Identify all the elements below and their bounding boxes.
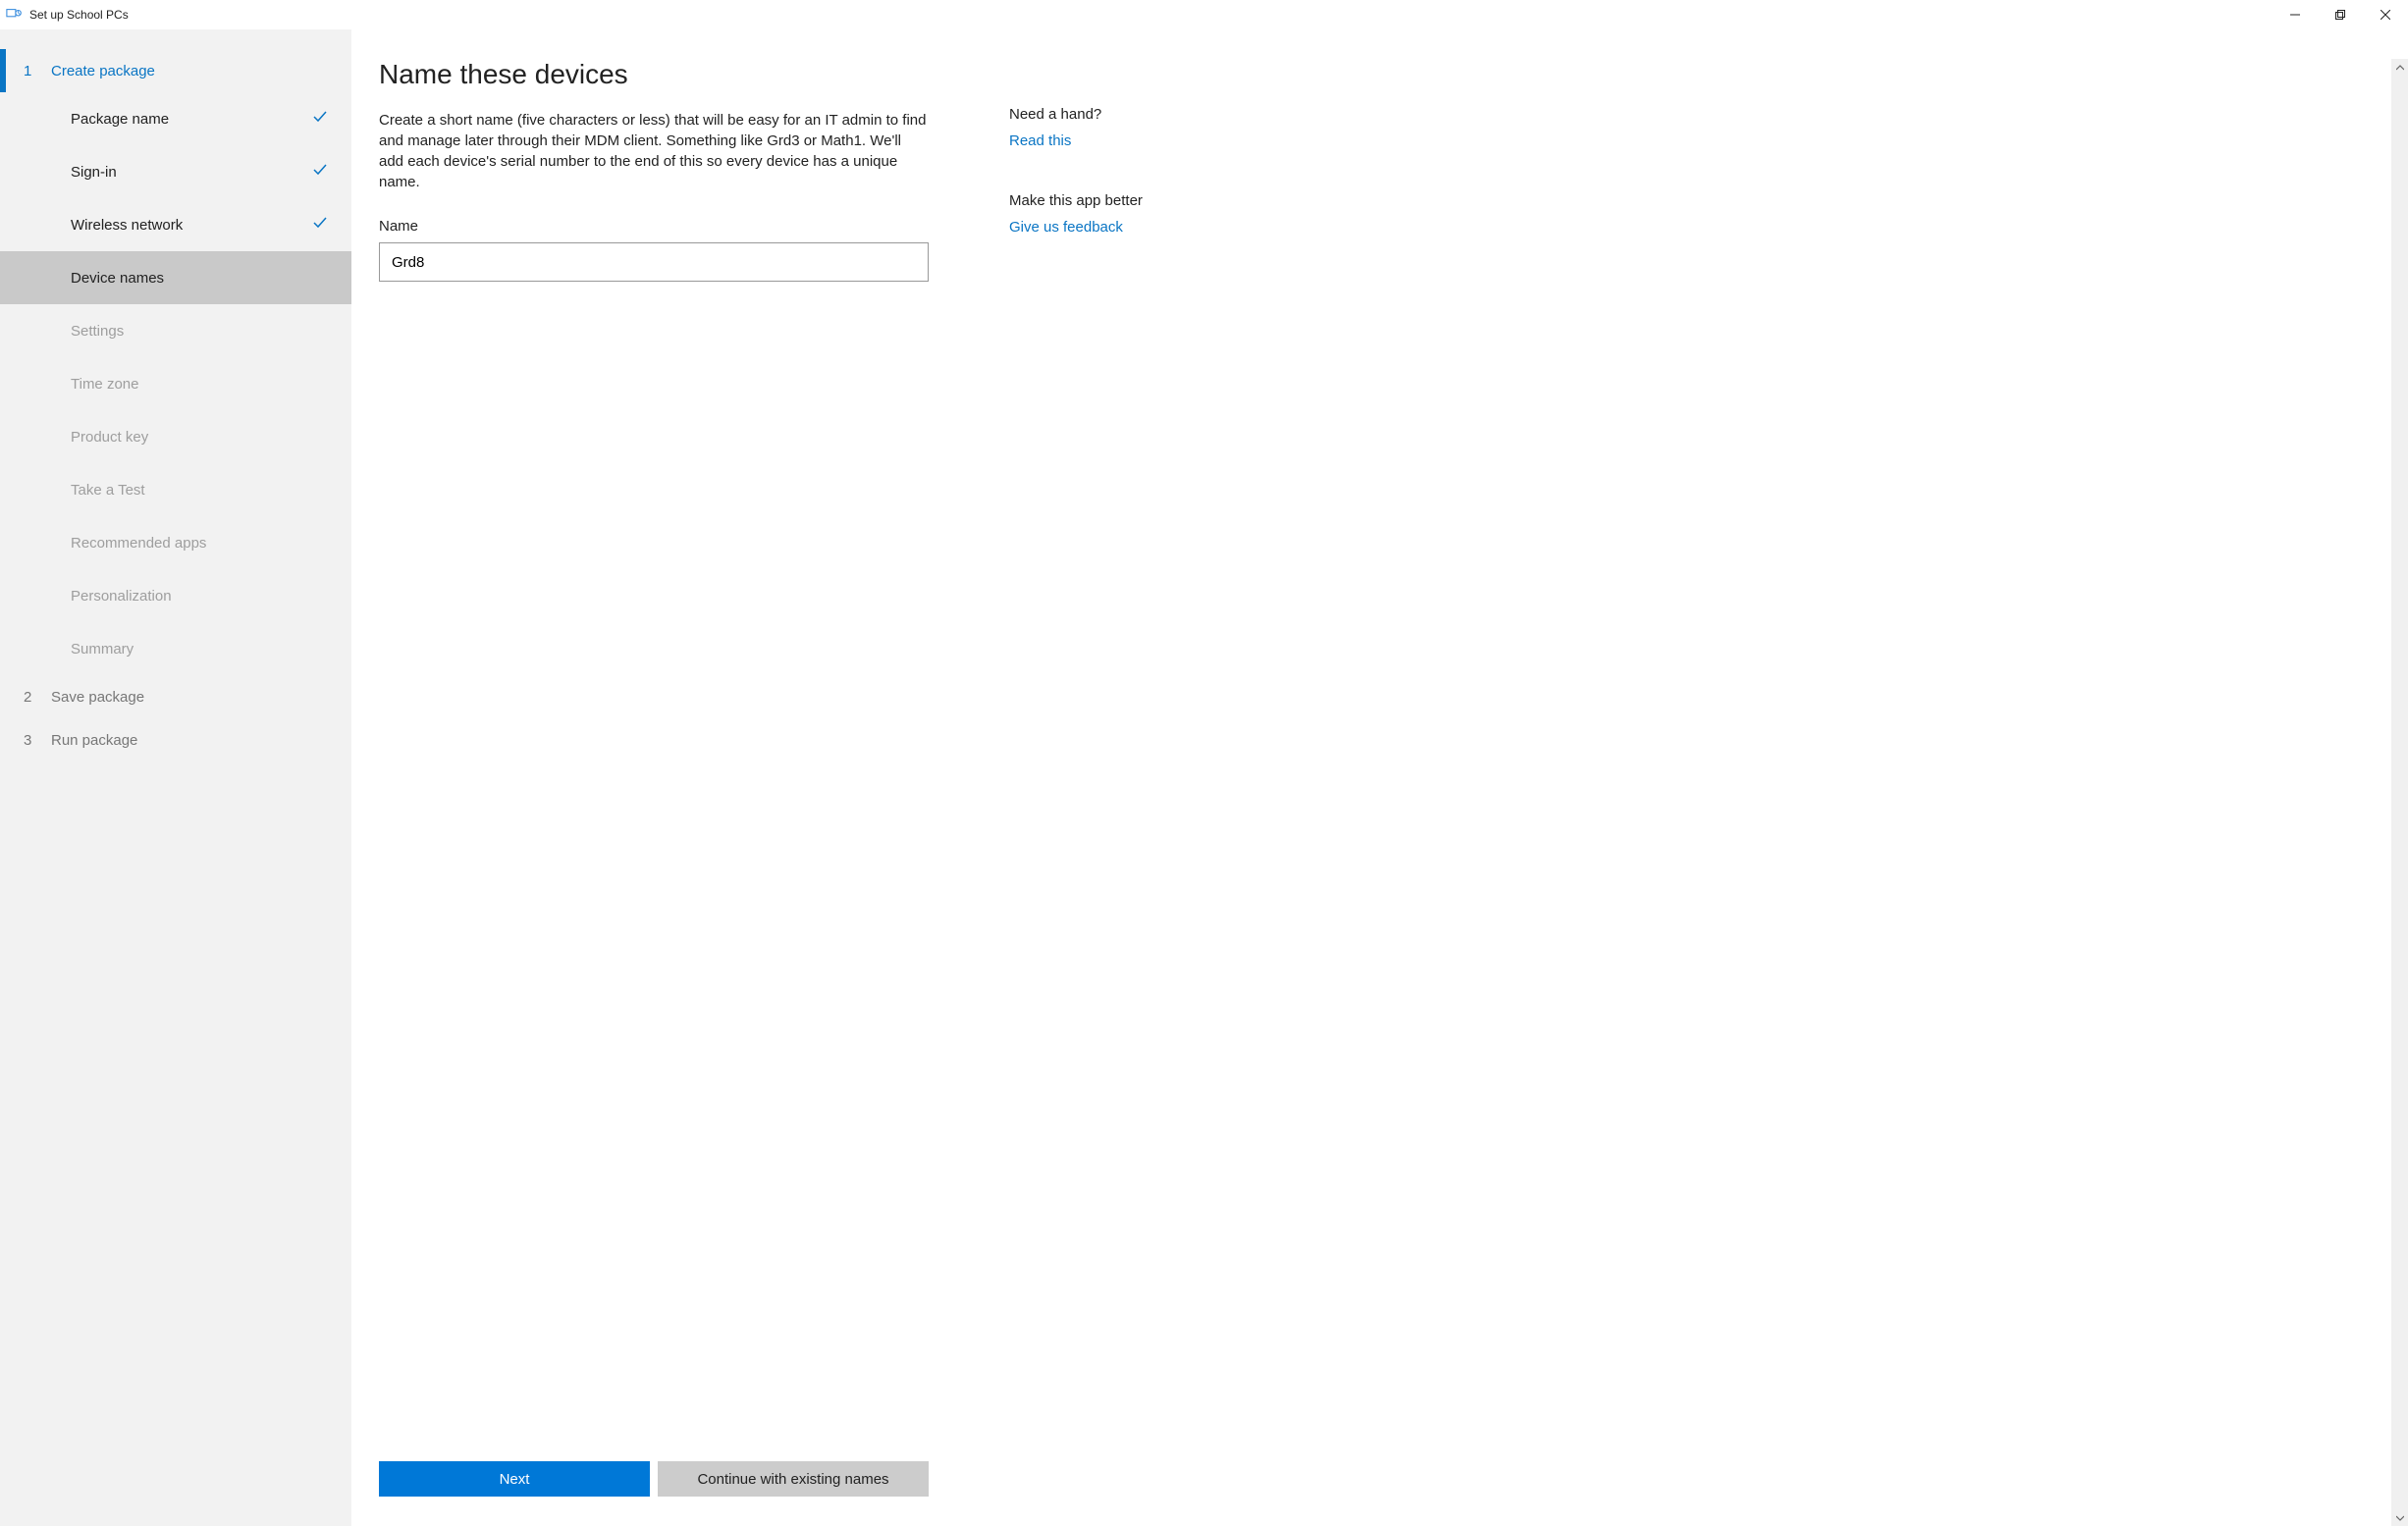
- main-panel: Name these devices Create a short name (…: [351, 29, 2408, 1526]
- main-column: Name these devices Create a short name (…: [379, 59, 929, 1497]
- nav-sub-label: Recommended apps: [71, 535, 206, 552]
- app-icon: [6, 6, 24, 24]
- nav-sub-label: Take a Test: [71, 482, 145, 499]
- titlebar: Set up School PCs: [0, 0, 2408, 29]
- page-title: Name these devices: [379, 59, 929, 90]
- window-controls: [2273, 0, 2408, 29]
- nav-step-save-package[interactable]: 2 Save package: [0, 675, 351, 718]
- content-area: 1 Create package Package name Sign-in Wi…: [0, 29, 2408, 1526]
- help-heading: Need a hand?: [1009, 106, 1143, 123]
- nav-sub-label: Product key: [71, 429, 148, 446]
- nav-step-label: Save package: [51, 689, 144, 706]
- minimize-button[interactable]: [2273, 0, 2318, 29]
- nav-sub-package-name[interactable]: Package name: [0, 92, 351, 145]
- nav-sub-wireless-network[interactable]: Wireless network: [0, 198, 351, 251]
- check-icon: [312, 162, 328, 182]
- check-icon: [312, 109, 328, 129]
- nav-sub-take-a-test[interactable]: Take a Test: [0, 463, 351, 516]
- nav-sub-label: Package name: [71, 111, 169, 128]
- page-description: Create a short name (five characters or …: [379, 110, 929, 192]
- nav-step-number: 2: [24, 689, 51, 706]
- nav-sub-label: Time zone: [71, 376, 138, 393]
- nav-step-run-package[interactable]: 3 Run package: [0, 718, 351, 762]
- nav-sub-label: Sign-in: [71, 164, 117, 181]
- nav-sub-label: Settings: [71, 323, 124, 340]
- nav-sub-list: Package name Sign-in Wireless network De…: [0, 92, 351, 675]
- nav-sub-device-names[interactable]: Device names: [0, 251, 351, 304]
- nav-sub-label: Device names: [71, 270, 164, 287]
- nav-sub-label: Personalization: [71, 588, 172, 605]
- nav-step-number: 1: [24, 63, 51, 79]
- window-title: Set up School PCs: [29, 8, 129, 22]
- vertical-scrollbar[interactable]: [2391, 59, 2408, 1526]
- nav-sub-product-key[interactable]: Product key: [0, 410, 351, 463]
- nav-sub-label: Wireless network: [71, 217, 183, 234]
- nav-sub-personalization[interactable]: Personalization: [0, 569, 351, 622]
- continue-existing-button[interactable]: Continue with existing names: [658, 1461, 929, 1497]
- nav-sub-label: Summary: [71, 641, 134, 658]
- name-label: Name: [379, 218, 929, 235]
- scroll-down-arrow[interactable]: [2391, 1509, 2408, 1526]
- nav-sub-time-zone[interactable]: Time zone: [0, 357, 351, 410]
- nav-step-label: Run package: [51, 732, 137, 749]
- help-column: Need a hand? Read this Make this app bet…: [1009, 59, 1143, 1497]
- feedback-heading: Make this app better: [1009, 192, 1143, 209]
- check-icon: [312, 215, 328, 235]
- nav-sub-sign-in[interactable]: Sign-in: [0, 145, 351, 198]
- device-name-input[interactable]: [379, 242, 929, 282]
- app-window: Set up School PCs 1 Create package Pack: [0, 0, 2408, 1526]
- nav-sub-recommended-apps[interactable]: Recommended apps: [0, 516, 351, 569]
- give-feedback-link[interactable]: Give us feedback: [1009, 219, 1143, 236]
- button-row: Next Continue with existing names: [379, 1442, 929, 1497]
- nav-sub-settings[interactable]: Settings: [0, 304, 351, 357]
- nav-sub-summary[interactable]: Summary: [0, 622, 351, 675]
- nav-step-number: 3: [24, 732, 51, 749]
- maximize-button[interactable]: [2318, 0, 2363, 29]
- next-button[interactable]: Next: [379, 1461, 650, 1497]
- nav-step-label: Create package: [51, 63, 155, 79]
- nav-step-create-package[interactable]: 1 Create package: [0, 49, 351, 92]
- scroll-up-arrow[interactable]: [2391, 59, 2408, 76]
- close-button[interactable]: [2363, 0, 2408, 29]
- sidebar: 1 Create package Package name Sign-in Wi…: [0, 29, 351, 1526]
- read-this-link[interactable]: Read this: [1009, 132, 1143, 149]
